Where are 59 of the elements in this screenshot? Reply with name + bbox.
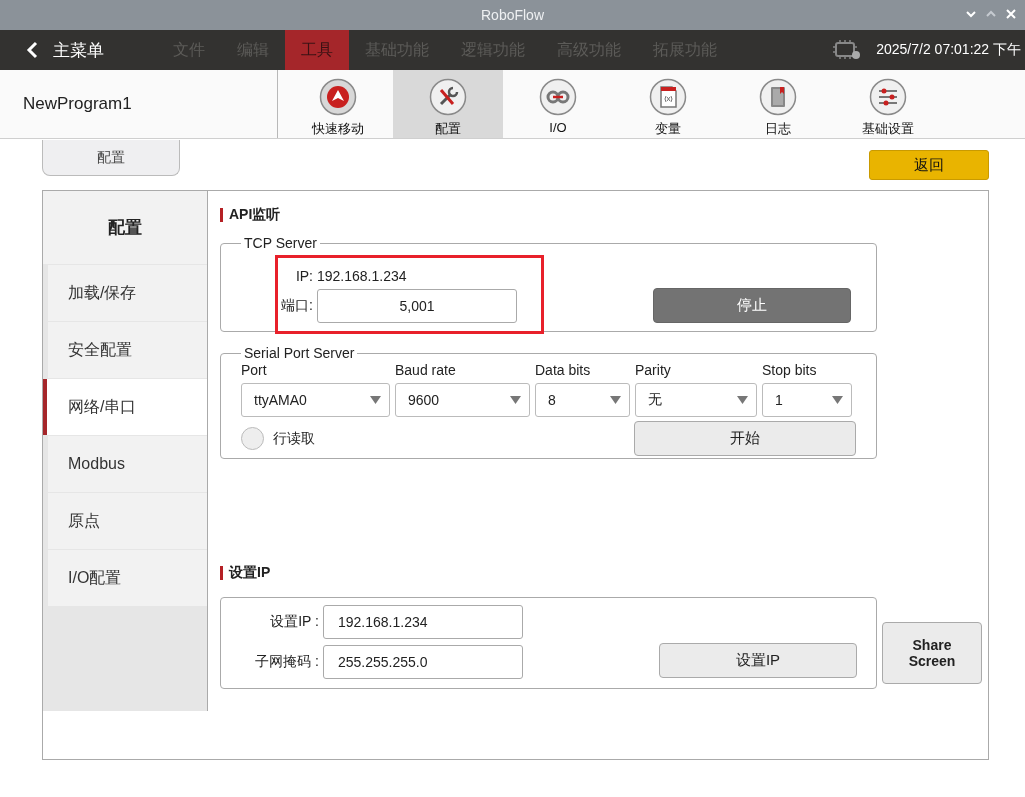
back-button[interactable]: 返回 — [869, 150, 989, 180]
group-legend: TCP Server — [241, 235, 320, 251]
sliders-icon — [869, 78, 907, 116]
chip-icon — [832, 40, 861, 60]
start-button[interactable]: 开始 — [634, 421, 856, 456]
window-title: RoboFlow — [481, 7, 544, 23]
sidebar-title: 配置 — [43, 191, 207, 264]
page-tab[interactable]: 配置 — [42, 140, 180, 176]
sidebar-item[interactable]: 原点 — [48, 493, 207, 549]
share-screen-button[interactable]: Share Screen — [882, 622, 982, 684]
field-label: 子网掩码 : — [254, 653, 320, 671]
section-heading: 设置IP — [229, 564, 271, 582]
tools-icon — [429, 78, 467, 116]
port-label: 端口: — [280, 296, 314, 315]
field-label: Baud rate — [395, 361, 457, 380]
toolbar-tool[interactable]: I/O — [503, 70, 613, 138]
toolbar-tool[interactable]: 快速移动 — [283, 70, 393, 138]
caret-icon — [510, 396, 521, 404]
caret-icon — [370, 396, 381, 404]
caret-icon — [832, 396, 843, 404]
book-icon — [759, 78, 797, 116]
sidebar-item[interactable]: 安全配置 — [48, 322, 207, 378]
ip-value: 192.168.1.234 — [317, 268, 408, 284]
datetime-text: 2025/7/2 07:01:22 下午 — [876, 41, 1021, 59]
link-icon — [539, 78, 577, 116]
set-ip-button[interactable]: 设置IP — [659, 643, 857, 678]
toolbar-tool[interactable]: 配置 — [393, 70, 503, 138]
input-field[interactable]: 192.168.1.234 — [323, 605, 523, 639]
sidebar-item[interactable]: Modbus — [48, 436, 207, 492]
radio-button[interactable] — [241, 427, 264, 450]
caret-icon — [610, 396, 621, 404]
ip-label: IP: — [294, 268, 314, 284]
sidebar-item[interactable]: 加载/保存 — [48, 265, 207, 321]
sidebar-item[interactable]: I/O配置 — [48, 550, 207, 606]
input-field[interactable]: 255.255.255.0 — [323, 645, 523, 679]
dropdown[interactable]: 无 — [635, 383, 757, 417]
field-label: 设置IP : — [269, 613, 320, 631]
port-field[interactable]: 5,001 — [317, 288, 517, 323]
sidebar-item[interactable]: 网络/串口 — [43, 379, 207, 435]
dropdown[interactable]: 8 — [535, 383, 630, 417]
document-icon — [649, 78, 687, 116]
caret-icon — [737, 396, 748, 404]
field-label: Port — [241, 361, 268, 380]
stop-button[interactable]: 停止 — [653, 288, 851, 323]
toolbar-tool[interactable]: 日志 — [723, 70, 833, 138]
dropdown[interactable]: 1 — [762, 383, 852, 417]
dropdown[interactable]: ttyAMA0 — [241, 383, 390, 417]
close-icon[interactable] — [1005, 7, 1017, 21]
dropdown[interactable]: 9600 — [395, 383, 530, 417]
toolbar-tool[interactable]: 基础设置 — [833, 70, 943, 138]
section-heading: API监听 — [229, 206, 281, 224]
radio-label: 行读取 — [273, 429, 315, 448]
field-label: Stop bits — [762, 361, 818, 380]
group-legend: Serial Port Server — [241, 345, 358, 361]
main-menu-label[interactable]: 主菜单 — [53, 38, 104, 62]
program-name: NewProgram1 — [23, 94, 132, 114]
field-label: Parity — [635, 361, 672, 380]
toolbar-tool[interactable]: 变量 — [613, 70, 723, 138]
field-label: Data bits — [535, 361, 592, 380]
